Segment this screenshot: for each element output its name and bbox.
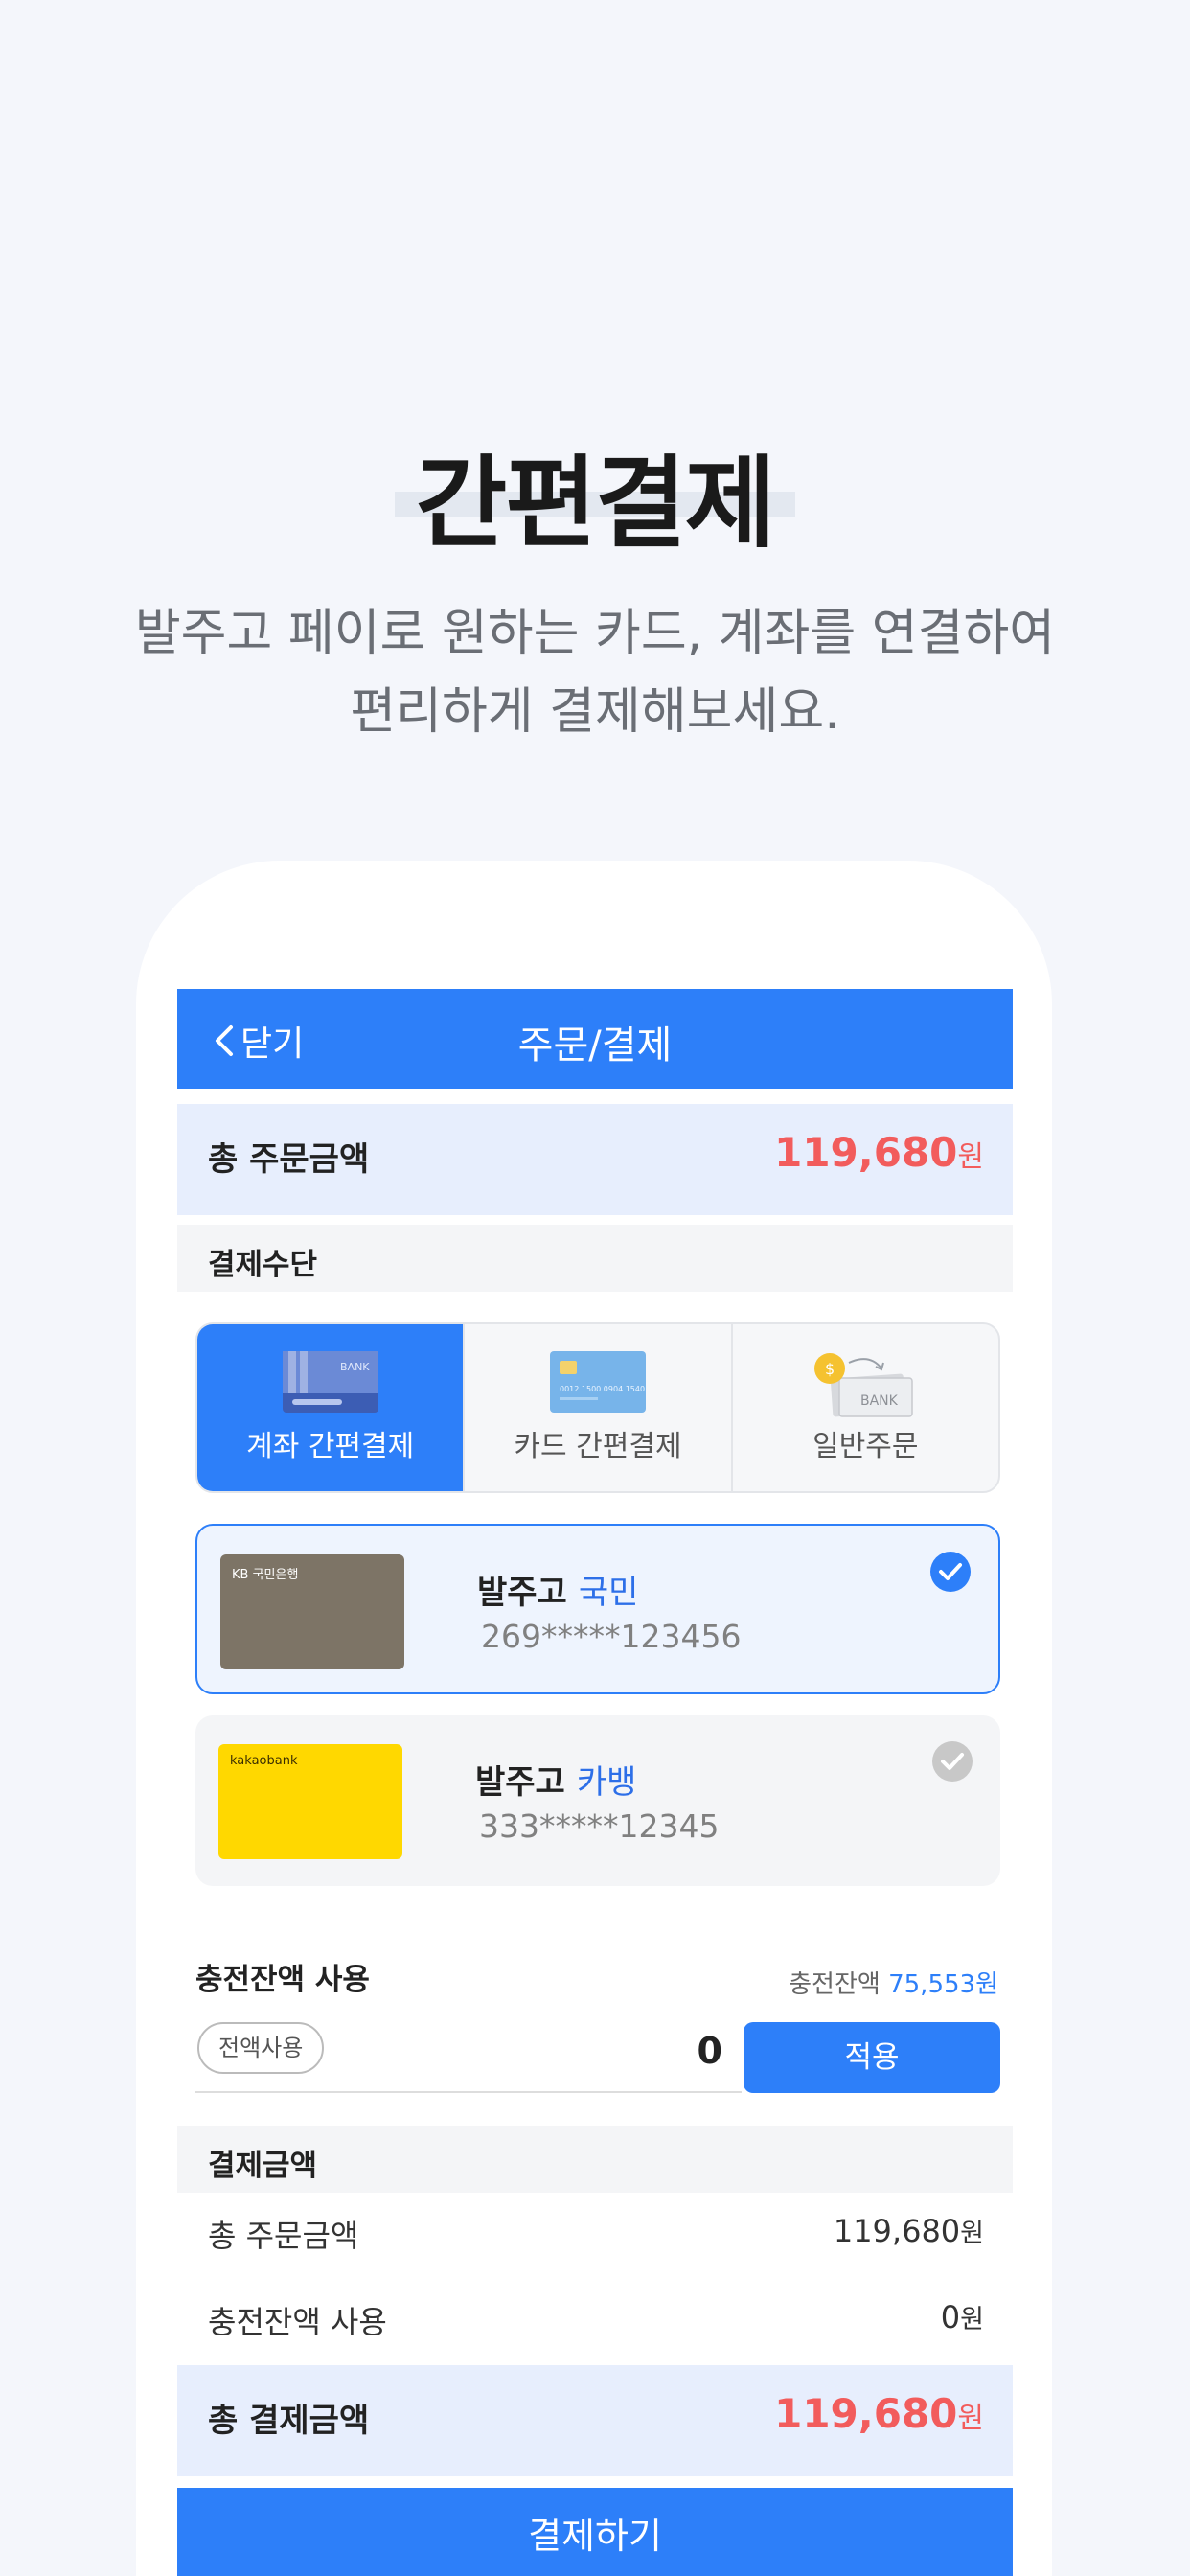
order-total-label: 총 주문금액 [208, 1140, 370, 1179]
hero-subtitle: 발주고 페이로 원하는 카드, 계좌를 연결하여 편리하게 결제해보세요. [0, 594, 1190, 751]
app-topbar: 닫기 주문/결제 [177, 989, 1013, 1089]
order-total: 총 주문금액 119,680원 [177, 1104, 1013, 1215]
tab-general-order[interactable]: BANK $ 일반주문 [730, 1324, 998, 1491]
summary-row-value: 0원 [941, 2298, 984, 2335]
account-name: 발주고 국민 [477, 1566, 638, 1613]
account-bank: 카뱅 [576, 1763, 637, 1802]
payment-amount-label: 결제금액 [208, 2149, 318, 2183]
account-bank: 국민 [578, 1574, 639, 1612]
tab-bank-easy-pay[interactable]: BANK 계좌 간편결제 [197, 1324, 464, 1491]
summary-row-amount: 119,680 [833, 2213, 961, 2249]
tab-card-easy-pay[interactable]: 0012 1500 0904 1540 카드 간편결제 [463, 1324, 730, 1491]
account-owner: 발주고 [475, 1763, 565, 1802]
payment-method-tabs: BANK 계좌 간편결제 0012 1500 0904 1540 카드 간편결제… [195, 1322, 1000, 1493]
bank-transfer-icon: BANK $ [814, 1353, 914, 1417]
svg-text:$: $ [825, 1360, 835, 1378]
account-item-kb[interactable]: KB 국민은행 발주고 국민 269*****123456 [195, 1524, 1000, 1694]
pay-button[interactable]: 결제하기 [177, 2488, 1013, 2576]
account-name: 발주고 카뱅 [475, 1756, 636, 1803]
check-circle-icon[interactable] [931, 1740, 973, 1782]
subtitle-line-1: 발주고 페이로 원하는 카드, 계좌를 연결하여 [134, 605, 1056, 662]
payment-method-label: 결제수단 [208, 1248, 318, 1282]
charge-input-row: 전액사용 [195, 2020, 742, 2093]
credit-card-icon: 0012 1500 0904 1540 [549, 1351, 646, 1413]
check-circle-icon[interactable] [929, 1551, 972, 1593]
close-button[interactable]: 닫기 [214, 1016, 304, 1066]
order-total-unit: 원 [957, 1140, 984, 1174]
summary-row-charge-used: 충전잔액 사용 0원 [177, 2281, 1013, 2358]
charge-balance-caption: 충전잔액 [789, 1970, 881, 1999]
account-owner: 발주고 [477, 1574, 567, 1612]
page-title: 간편결제 [415, 445, 777, 562]
bank-card-icon: BANK [282, 1351, 378, 1413]
apply-button[interactable]: 적용 [744, 2022, 1000, 2093]
order-total-amount: 119,680원 [774, 1129, 984, 1176]
final-total-label: 총 결제금액 [208, 2402, 370, 2440]
final-total-value: 119,680 [774, 2390, 958, 2437]
summary-row-label: 총 주문금액 [208, 2218, 359, 2254]
use-all-button[interactable]: 전액사용 [197, 2022, 325, 2074]
account-number: 333*****12345 [479, 1807, 720, 1845]
account-number: 269*****123456 [481, 1618, 742, 1655]
order-total-value: 119,680 [774, 1129, 958, 1176]
bank-card-image: KB 국민은행 [220, 1554, 404, 1669]
bank-card-image: kakaobank [218, 1744, 402, 1859]
final-total-unit: 원 [957, 2402, 984, 2435]
summary-row-value: 119,680원 [834, 2212, 984, 2249]
hero: 간편결제 [0, 422, 1190, 566]
card-bank-name: KB 국민은행 [232, 1568, 299, 1582]
svg-text:BANK: BANK [860, 1393, 899, 1409]
payment-method-header: 결제수단 [177, 1225, 1013, 1292]
account-item-kakao[interactable]: kakaobank 발주고 카뱅 333*****12345 [195, 1715, 1000, 1886]
tab-label-general: 일반주문 [812, 1430, 919, 1463]
summary-row-unit: 원 [960, 2305, 984, 2334]
charge-balance-label: 충전잔액 사용 [195, 1963, 370, 1997]
tab-label-bank: 계좌 간편결제 [246, 1430, 415, 1463]
final-payment-total: 총 결제금액 119,680원 [177, 2365, 1013, 2476]
charge-balance-value: 75,553원 [888, 1970, 998, 1999]
close-label: 닫기 [240, 1024, 305, 1064]
summary-row-unit: 원 [960, 2219, 984, 2248]
charge-amount-input[interactable] [531, 2022, 722, 2080]
subtitle-line-2: 편리하게 결제해보세요. [350, 683, 840, 741]
charge-balance: 충전잔액 75,553원 [789, 1965, 998, 2000]
svg-text:0012 1500 0904 1540: 0012 1500 0904 1540 [560, 1385, 645, 1393]
card-bank-name: kakaobank [230, 1754, 298, 1768]
summary-row-amount: 0 [940, 2299, 961, 2335]
summary-row-label: 충전잔액 사용 [208, 2304, 387, 2340]
final-total-amount: 119,680원 [774, 2390, 984, 2437]
svg-text:BANK: BANK [340, 1361, 370, 1373]
payment-amount-header: 결제금액 [177, 2126, 1013, 2193]
tab-label-card: 카드 간편결제 [514, 1430, 682, 1463]
summary-row-order-total: 총 주문금액 119,680원 [177, 2195, 1013, 2271]
chevron-left-icon [216, 1025, 233, 1056]
